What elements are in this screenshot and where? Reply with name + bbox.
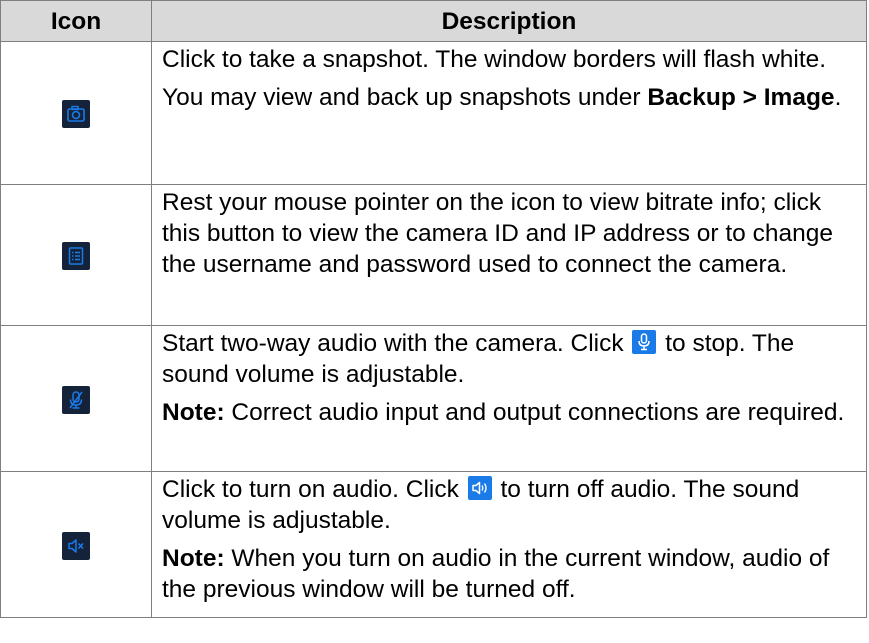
microphone-icon <box>632 330 657 354</box>
text-segment: . <box>834 84 842 111</box>
microphone-off-icon <box>62 385 90 414</box>
description-cell: Start two-way audio with the camera. Cli… <box>151 325 867 472</box>
note-label: Note: <box>162 545 225 572</box>
icon-description-table: Icon Description Click to take a snapsho… <box>0 0 867 618</box>
icon-cell <box>0 41 152 185</box>
camera-snapshot-icon <box>62 100 90 129</box>
icon-cell <box>0 325 152 472</box>
text-segment: When you turn on audio in the current wi… <box>162 545 830 603</box>
note-text: Note: When you turn on audio in the curr… <box>162 543 856 605</box>
table-row: Rest your mouse pointer on the icon to v… <box>0 184 867 326</box>
text-segment: Start two-way audio with the camera. Cli… <box>162 330 631 357</box>
icon-cell <box>0 184 152 326</box>
table-row: Click to turn on audio. Click to turn of… <box>0 471 867 618</box>
table-row: Start two-way audio with the camera. Cli… <box>0 325 867 472</box>
list-info-icon <box>62 242 90 271</box>
description-text: Click to take a snapshot. The window bor… <box>162 46 827 73</box>
description-cell: Click to take a snapshot. The window bor… <box>151 41 867 185</box>
description-text: You may view and back up snapshots under… <box>162 82 856 113</box>
icon-cell <box>0 471 152 618</box>
text-segment: Click to turn on audio. Click <box>162 476 466 503</box>
description-cell: Click to turn on audio. Click to turn of… <box>151 471 867 618</box>
note-text: Note: Correct audio input and output con… <box>162 397 856 428</box>
note-label: Note: <box>162 399 225 426</box>
speaker-on-icon <box>467 476 492 500</box>
description-text: Rest your mouse pointer on the icon to v… <box>162 189 833 278</box>
description-text: Start two-way audio with the camera. Cli… <box>162 328 856 390</box>
text-segment: You may view and back up snapshots under <box>162 84 648 111</box>
description-column-header: Description <box>151 0 867 42</box>
description-cell: Rest your mouse pointer on the icon to v… <box>151 184 867 326</box>
menu-path: Backup > Image <box>647 84 835 111</box>
table-header-row: Icon Description <box>0 0 867 42</box>
description-text: Click to turn on audio. Click to turn of… <box>162 474 856 536</box>
text-segment: Correct audio input and output connectio… <box>224 399 845 426</box>
speaker-muted-icon <box>62 531 90 560</box>
table-row: Click to take a snapshot. The window bor… <box>0 41 867 185</box>
icon-column-header: Icon <box>0 0 152 42</box>
